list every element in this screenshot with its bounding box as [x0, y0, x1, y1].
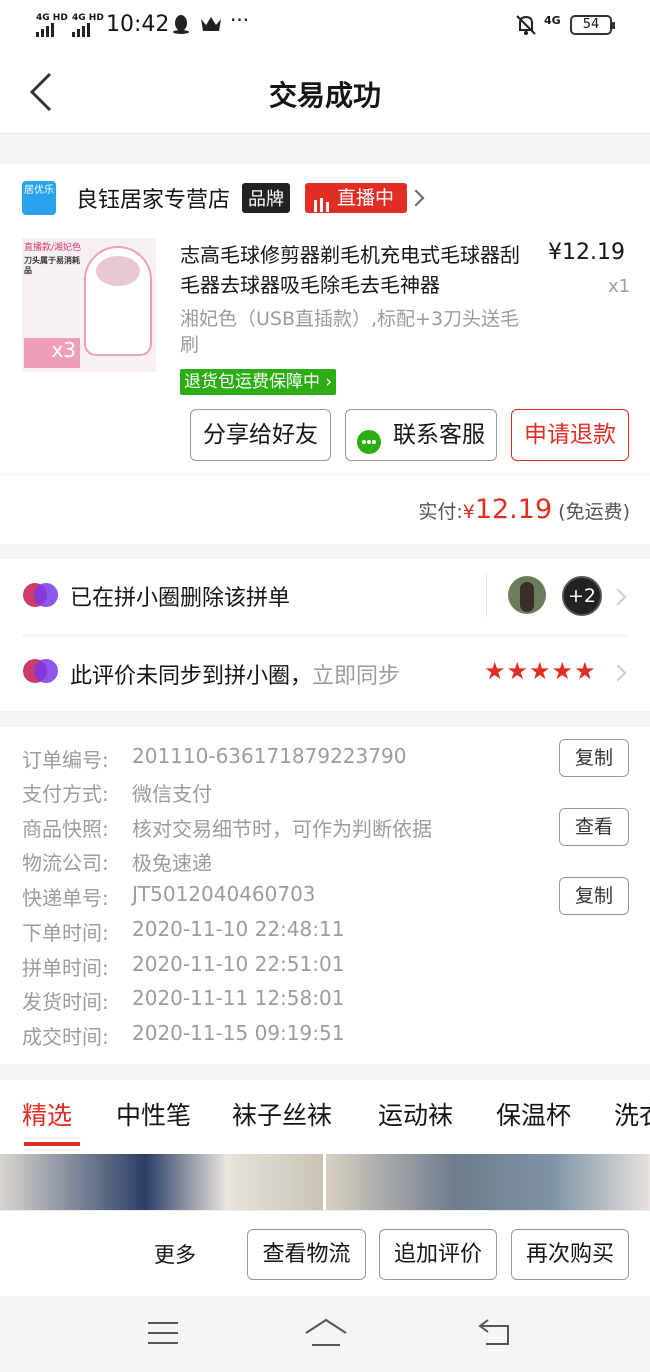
sync-now-link: 立即同步 [312, 664, 401, 689]
order-number-label: 订单编号: [22, 748, 109, 772]
divider [22, 635, 628, 636]
page-title: 交易成功 [268, 79, 381, 112]
payment-method-label: 支付方式: [22, 782, 109, 806]
clock: 10:42 [106, 12, 170, 37]
circle-deleted-text: 已在拼小圈删除该拼单 [70, 586, 291, 611]
store-name[interactable]: 良钰居家专营店 [76, 182, 230, 214]
order-product-card: 居优乐 良钰居家专营店 品牌 直播中 直播款/湘妃色 刀头属于易消耗品 x3 志… [0, 164, 650, 544]
order-time-value: 2020-11-10 22:48:11 [132, 917, 345, 941]
thumb-note: 刀头属于易消耗品 [24, 256, 80, 275]
pinxiaoquan-logo-icon [22, 581, 60, 609]
contact-service-button[interactable]: 联系客服 [345, 409, 497, 461]
payment-total: 实付:¥12.19 (免运费) [418, 494, 630, 525]
tracking-number-value: JT5012040460703 [132, 882, 316, 906]
divider [0, 474, 650, 475]
pinxiaoquan-logo-icon-2 [22, 657, 60, 685]
guarantee-badge[interactable]: 退货包运费保障中 › [180, 369, 337, 395]
tab-sport-socks[interactable]: 运动袜 [378, 1096, 453, 1132]
add-review-button[interactable]: 追加评价 [379, 1229, 497, 1280]
tab-indicator [24, 1142, 80, 1146]
recommend-image-2[interactable] [326, 1154, 650, 1210]
copy-tracking-button[interactable]: 复制 [559, 877, 629, 915]
battery-icon: 54 [570, 15, 615, 35]
more-button[interactable]: 更多 [154, 1239, 196, 1269]
bottom-action-bar: 更多 查看物流 追加评价 再次购买 [0, 1210, 650, 1296]
tab-socks[interactable]: 袜子丝袜 [232, 1096, 332, 1132]
live-badge[interactable]: 直播中 [305, 183, 407, 213]
product-spec: 湘妃色（USB直插款）,标配+3刀头送毛刷 [180, 308, 520, 356]
group-time-label: 拼单时间: [22, 956, 109, 980]
order-number-value: 201110-636171879223790 [132, 744, 407, 768]
review-chevron-icon[interactable] [609, 664, 627, 682]
ship-time-value: 2020-11-11 12:58:01 [132, 986, 345, 1010]
tab-laundry[interactable]: 洗衣 [614, 1096, 650, 1132]
chat-icon [356, 423, 382, 473]
system-nav-bar [0, 1296, 650, 1372]
order-time-label: 下单时间: [22, 921, 109, 945]
share-button[interactable]: 分享给好友 [190, 409, 331, 461]
divider-vertical [486, 573, 487, 617]
product-title[interactable]: 志高毛球修剪器剃毛机充电式毛球器刮毛器去球器吸毛除毛去毛神器 [180, 240, 526, 300]
tab-thermos[interactable]: 保温杯 [496, 1096, 571, 1132]
thumb-tag: 直播款/湘妃色 [24, 243, 82, 253]
qq-icon [172, 14, 190, 34]
live-bars-icon [313, 191, 329, 221]
menu-icon[interactable] [146, 1320, 180, 1350]
product-price: ¥12.19 [548, 240, 625, 265]
pinxiaoquan-section: 已在拼小圈删除该拼单 +2 此评价未同步到拼小圈，立即同步 ★★★★★ [0, 559, 650, 711]
product-qty: x1 [608, 276, 631, 297]
logistics-company-label: 物流公司: [22, 851, 109, 875]
deal-time-label: 成交时间: [22, 1025, 109, 1049]
rebuy-button[interactable]: 再次购买 [511, 1229, 629, 1280]
status-bar: 4G HD 4G HD 10:42 ··· 4G 54 [0, 0, 650, 52]
recommend-section: 精选 中性笔 袜子丝袜 运动袜 保温杯 洗衣 [0, 1080, 650, 1210]
store-logo[interactable]: 居优乐 [22, 181, 56, 215]
logistics-company-value: 极兔速递 [132, 851, 212, 875]
brand-badge: 品牌 [242, 183, 290, 213]
store-chevron-icon[interactable] [407, 189, 425, 207]
snapshot-label: 商品快照: [22, 817, 109, 841]
order-info-card: 订单编号: 201110-636171879223790 复制 支付方式: 微信… [0, 727, 650, 1064]
more-dots: ··· [230, 8, 250, 32]
crown-icon [200, 16, 222, 32]
back-icon[interactable] [478, 1318, 514, 1352]
avatar-more[interactable]: +2 [562, 576, 602, 616]
rating-stars: ★★★★★ [484, 657, 597, 685]
product-thumbnail[interactable]: 直播款/湘妃色 刀头属于易消耗品 x3 [22, 238, 156, 372]
thumb-count: x3 [24, 338, 80, 368]
home-icon[interactable] [304, 1318, 348, 1352]
payment-method-value: 微信支付 [132, 782, 212, 806]
nav-bar: 交易成功 [0, 52, 650, 134]
signal-icon: 4G HD [36, 14, 68, 40]
circle-chevron-icon[interactable] [609, 588, 627, 606]
friend-avatar[interactable] [508, 576, 546, 614]
refund-button[interactable]: 申请退款 [511, 409, 629, 461]
tab-pens[interactable]: 中性笔 [116, 1096, 191, 1132]
view-logistics-button[interactable]: 查看物流 [247, 1229, 366, 1280]
copy-order-number-button[interactable]: 复制 [559, 739, 629, 777]
chevron-right-icon: › [325, 372, 333, 392]
tracking-number-label: 快递单号: [22, 886, 109, 910]
network-4g-icon: 4G [544, 14, 561, 27]
group-time-value: 2020-11-10 22:51:01 [132, 952, 345, 976]
review-sync-row[interactable]: 此评价未同步到拼小圈，立即同步 [70, 658, 400, 690]
payment-amount: 12.19 [474, 494, 553, 525]
shaver-image [84, 246, 152, 356]
tab-featured[interactable]: 精选 [22, 1096, 72, 1132]
snapshot-value: 核对交易细节时，可作为判断依据 [132, 817, 432, 841]
ship-time-label: 发货时间: [22, 990, 109, 1014]
view-snapshot-button[interactable]: 查看 [559, 808, 629, 846]
signal-icon-2: 4G HD [72, 14, 104, 40]
mute-bell-icon [515, 14, 537, 36]
deal-time-value: 2020-11-15 09:19:51 [132, 1021, 345, 1045]
recommend-image-1[interactable] [0, 1154, 323, 1210]
